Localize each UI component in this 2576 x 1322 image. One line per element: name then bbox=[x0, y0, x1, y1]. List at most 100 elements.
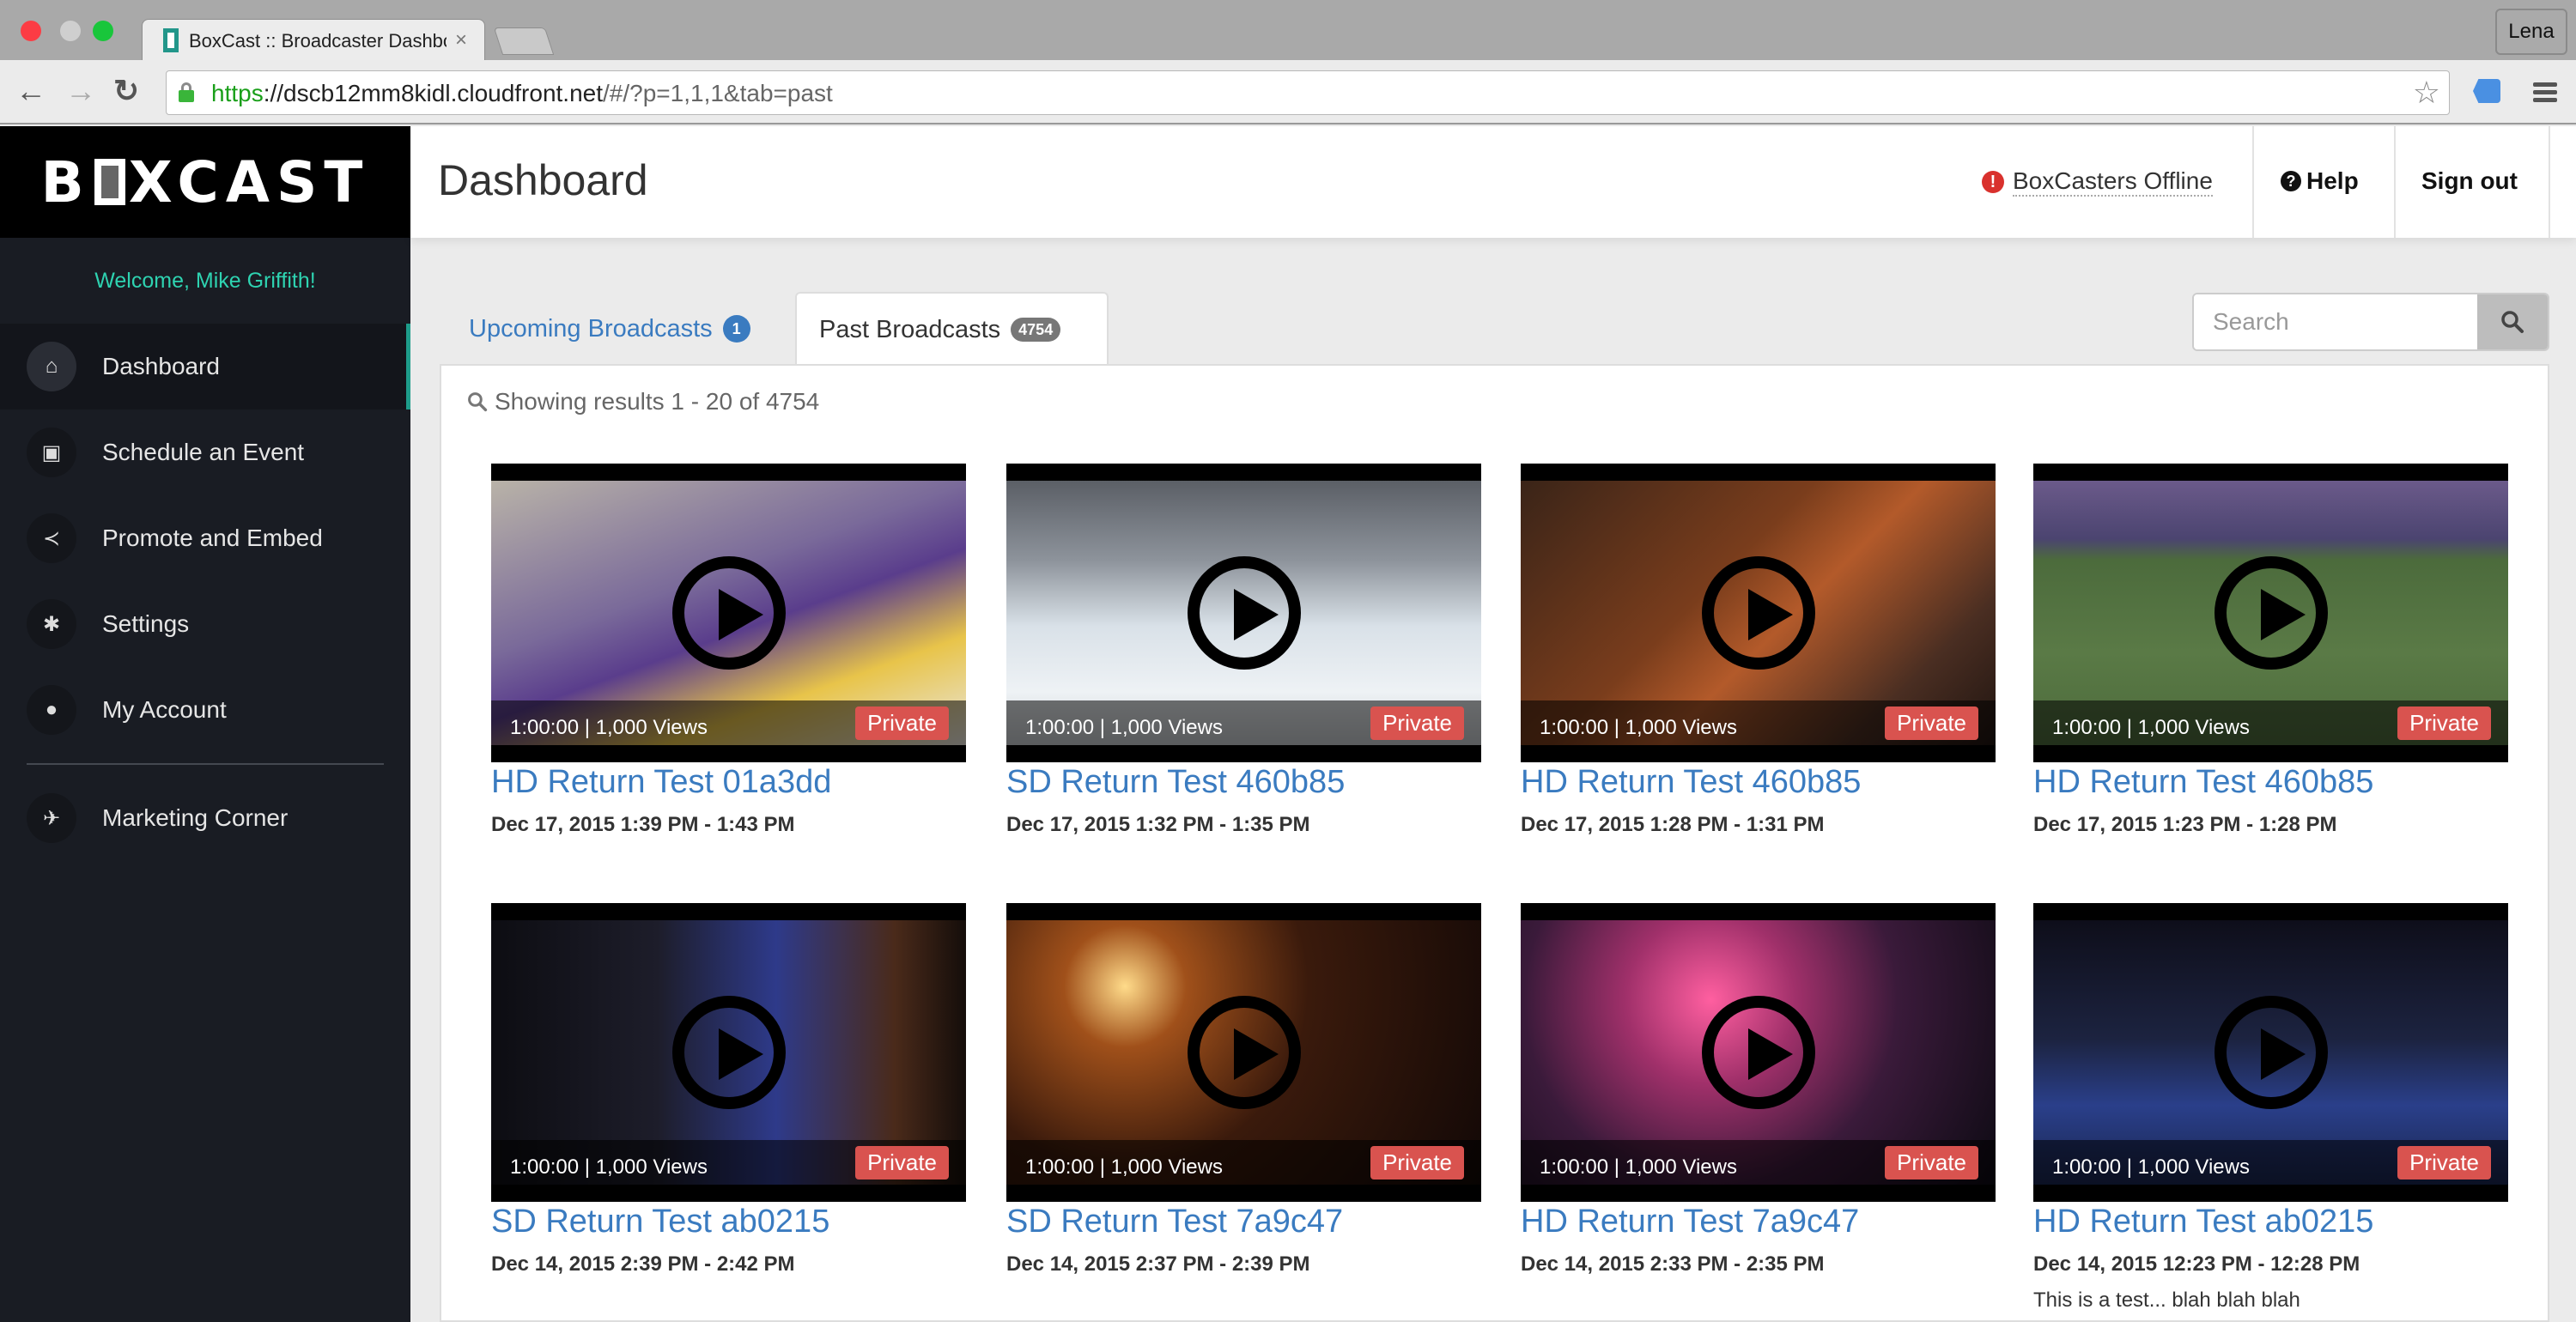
search-input[interactable] bbox=[2194, 294, 2479, 349]
lock-icon bbox=[179, 82, 194, 102]
broadcast-card[interactable]: 1:00:00 | 1,000 Views Private HD Return Te… bbox=[491, 464, 966, 837]
broadcast-card[interactable]: 1:00:00 | 1,000 Views Private SD Return Te… bbox=[1006, 464, 1481, 837]
broadcast-card[interactable]: 1:00:00 | 1,000 Views Private SD Return Te… bbox=[491, 903, 966, 1277]
sidebar-item-label: Schedule an Event bbox=[102, 439, 305, 465]
sidebar-item-label: My Account bbox=[102, 696, 227, 723]
play-icon[interactable] bbox=[671, 556, 786, 670]
broadcast-thumbnail[interactable]: 1:00:00 | 1,000 Views Private bbox=[2033, 903, 2508, 1202]
sidebar-item-label: Marketing Corner bbox=[102, 804, 289, 831]
play-icon[interactable] bbox=[2214, 556, 2328, 670]
address-bar[interactable]: https://dscb12mm8kidl.cloudfront.net/#/?… bbox=[166, 70, 2450, 115]
new-tab-button[interactable] bbox=[493, 27, 555, 55]
broadcast-title-link[interactable]: HD Return Test 460b85 bbox=[1521, 764, 1996, 801]
broadcast-title-link[interactable]: HD Return Test 7a9c47 bbox=[1521, 1204, 1996, 1240]
sign-out-link[interactable]: Sign out bbox=[2421, 167, 2518, 195]
broadcast-thumbnail[interactable]: 1:00:00 | 1,000 Views Private bbox=[1521, 464, 1996, 762]
gear-icon: ✱ bbox=[27, 599, 76, 649]
privacy-badge: Private bbox=[1885, 1146, 1978, 1179]
search-box bbox=[2192, 293, 2549, 351]
broadcast-card[interactable]: 1:00:00 | 1,000 Views Private HD Return Te… bbox=[1521, 903, 1996, 1277]
broadcast-title-link[interactable]: HD Return Test 460b85 bbox=[2033, 764, 2508, 801]
duration-views: 1:00:00 | 1,000 Views bbox=[1540, 716, 1737, 739]
broadcast-description: This is a test... blah blah blah bbox=[2033, 1289, 2300, 1312]
play-icon[interactable] bbox=[671, 996, 786, 1109]
results-summary: Showing results 1 - 20 of 4754 bbox=[467, 388, 819, 415]
sidebar-item-dashboard[interactable]: ⌂ Dashboard bbox=[0, 324, 410, 409]
broadcast-date: Dec 14, 2015 2:37 PM - 2:39 PM bbox=[1006, 1252, 1310, 1276]
maximize-window-button[interactable] bbox=[93, 21, 113, 41]
favicon-icon bbox=[163, 28, 179, 52]
duration-views: 1:00:00 | 1,000 Views bbox=[510, 716, 708, 739]
boxcasters-offline-link[interactable]: ! BoxCasters Offline bbox=[1982, 167, 2213, 197]
search-icon bbox=[468, 392, 488, 412]
privacy-badge: Private bbox=[855, 1146, 949, 1179]
broadcast-card[interactable]: 1:00:00 | 1,000 Views Private HD Return Te… bbox=[1521, 464, 1996, 837]
header-divider bbox=[2394, 126, 2396, 238]
extension-icon[interactable] bbox=[2473, 79, 2500, 103]
broadcast-date: Dec 14, 2015 2:33 PM - 2:35 PM bbox=[1521, 1252, 1825, 1276]
close-tab-icon[interactable]: × bbox=[455, 28, 467, 52]
broadcast-thumbnail[interactable]: 1:00:00 | 1,000 Views Private bbox=[2033, 464, 2508, 762]
hamburger-menu-icon[interactable] bbox=[2533, 82, 2557, 106]
broadcast-date: Dec 17, 2015 1:32 PM - 1:35 PM bbox=[1006, 813, 1310, 836]
alert-icon: ! bbox=[1982, 171, 2004, 193]
privacy-badge: Private bbox=[855, 706, 949, 740]
play-icon[interactable] bbox=[1187, 996, 1301, 1109]
logo-box-icon bbox=[94, 158, 125, 205]
profile-button[interactable]: Lena bbox=[2495, 9, 2567, 55]
browser-tab[interactable]: BoxCast :: Broadcaster Dashboard × bbox=[142, 19, 485, 62]
twitter-icon: ✈ bbox=[27, 793, 76, 843]
close-window-button[interactable] bbox=[21, 21, 41, 41]
logo[interactable]: B XCAST bbox=[0, 126, 410, 238]
broadcast-title-link[interactable]: HD Return Test 01a3dd bbox=[491, 764, 966, 801]
reload-icon[interactable]: ↻ bbox=[113, 76, 139, 106]
user-icon: ● bbox=[27, 685, 76, 735]
back-icon[interactable]: ← bbox=[15, 76, 46, 106]
broadcast-date: Dec 17, 2015 1:28 PM - 1:31 PM bbox=[1521, 813, 1825, 836]
search-icon bbox=[2501, 311, 2524, 333]
tab-past-broadcasts[interactable]: Past Broadcasts 4754 bbox=[795, 292, 1109, 366]
broadcast-thumbnail[interactable]: 1:00:00 | 1,000 Views Private bbox=[1521, 903, 1996, 1202]
tab-upcoming-broadcasts[interactable]: Upcoming Broadcasts 1 bbox=[447, 292, 773, 366]
sidebar-item-promote-embed[interactable]: ≺ Promote and Embed bbox=[0, 495, 410, 581]
broadcast-thumbnail[interactable]: 1:00:00 | 1,000 Views Private bbox=[491, 903, 966, 1202]
broadcast-card[interactable]: 1:00:00 | 1,000 Views Private SD Return Te… bbox=[1006, 903, 1481, 1277]
sidebar-item-label: Dashboard bbox=[102, 353, 220, 379]
bookmark-star-icon[interactable]: ☆ bbox=[2413, 75, 2440, 111]
privacy-badge: Private bbox=[1885, 706, 1978, 740]
share-icon: ≺ bbox=[27, 513, 76, 563]
sidebar-item-marketing-corner[interactable]: ✈ Marketing Corner bbox=[0, 775, 410, 861]
broadcast-card[interactable]: 1:00:00 | 1,000 Views Private HD Return Te… bbox=[2033, 464, 2508, 837]
broadcast-title-link[interactable]: HD Return Test ab0215 bbox=[2033, 1204, 2508, 1240]
welcome-message: Welcome, Mike Griffith! bbox=[94, 269, 316, 293]
broadcast-thumbnail[interactable]: 1:00:00 | 1,000 Views Private bbox=[1006, 903, 1481, 1202]
minimize-window-button[interactable] bbox=[60, 21, 81, 41]
broadcast-title-link[interactable]: SD Return Test 460b85 bbox=[1006, 764, 1481, 801]
sidebar-divider bbox=[27, 763, 384, 765]
url-text[interactable]: https://dscb12mm8kidl.cloudfront.net/#/?… bbox=[211, 80, 833, 107]
forward-icon[interactable]: → bbox=[65, 76, 96, 106]
sidebar-item-schedule-event[interactable]: ▣ Schedule an Event bbox=[0, 409, 410, 495]
header-divider bbox=[2549, 126, 2550, 238]
sidebar-item-label: Promote and Embed bbox=[102, 525, 323, 551]
past-count-badge: 4754 bbox=[1011, 318, 1061, 342]
help-link[interactable]: ? Help bbox=[2281, 167, 2359, 195]
play-icon[interactable] bbox=[1701, 996, 1815, 1109]
play-icon[interactable] bbox=[1701, 556, 1815, 670]
play-icon[interactable] bbox=[1187, 556, 1301, 670]
broadcast-title-link[interactable]: SD Return Test ab0215 bbox=[491, 1204, 966, 1240]
duration-views: 1:00:00 | 1,000 Views bbox=[2052, 716, 2250, 739]
broadcast-thumbnail[interactable]: 1:00:00 | 1,000 Views Private bbox=[1006, 464, 1481, 762]
broadcast-date: Dec 14, 2015 2:39 PM - 2:42 PM bbox=[491, 1252, 795, 1276]
sidebar-item-settings[interactable]: ✱ Settings bbox=[0, 581, 410, 667]
sidebar-item-my-account[interactable]: ● My Account bbox=[0, 667, 410, 753]
broadcast-card[interactable]: 1:00:00 | 1,000 Views Private HD Return Te… bbox=[2033, 903, 2508, 1313]
question-icon: ? bbox=[2281, 171, 2301, 191]
browser-toolbar: ← → ↻ https://dscb12mm8kidl.cloudfront.n… bbox=[0, 60, 2576, 124]
search-button[interactable] bbox=[2477, 294, 2548, 349]
privacy-badge: Private bbox=[2397, 706, 2491, 740]
page-title: Dashboard bbox=[438, 156, 648, 204]
broadcast-title-link[interactable]: SD Return Test 7a9c47 bbox=[1006, 1204, 1481, 1240]
broadcast-thumbnail[interactable]: 1:00:00 | 1,000 Views Private bbox=[491, 464, 966, 762]
play-icon[interactable] bbox=[2214, 996, 2328, 1109]
